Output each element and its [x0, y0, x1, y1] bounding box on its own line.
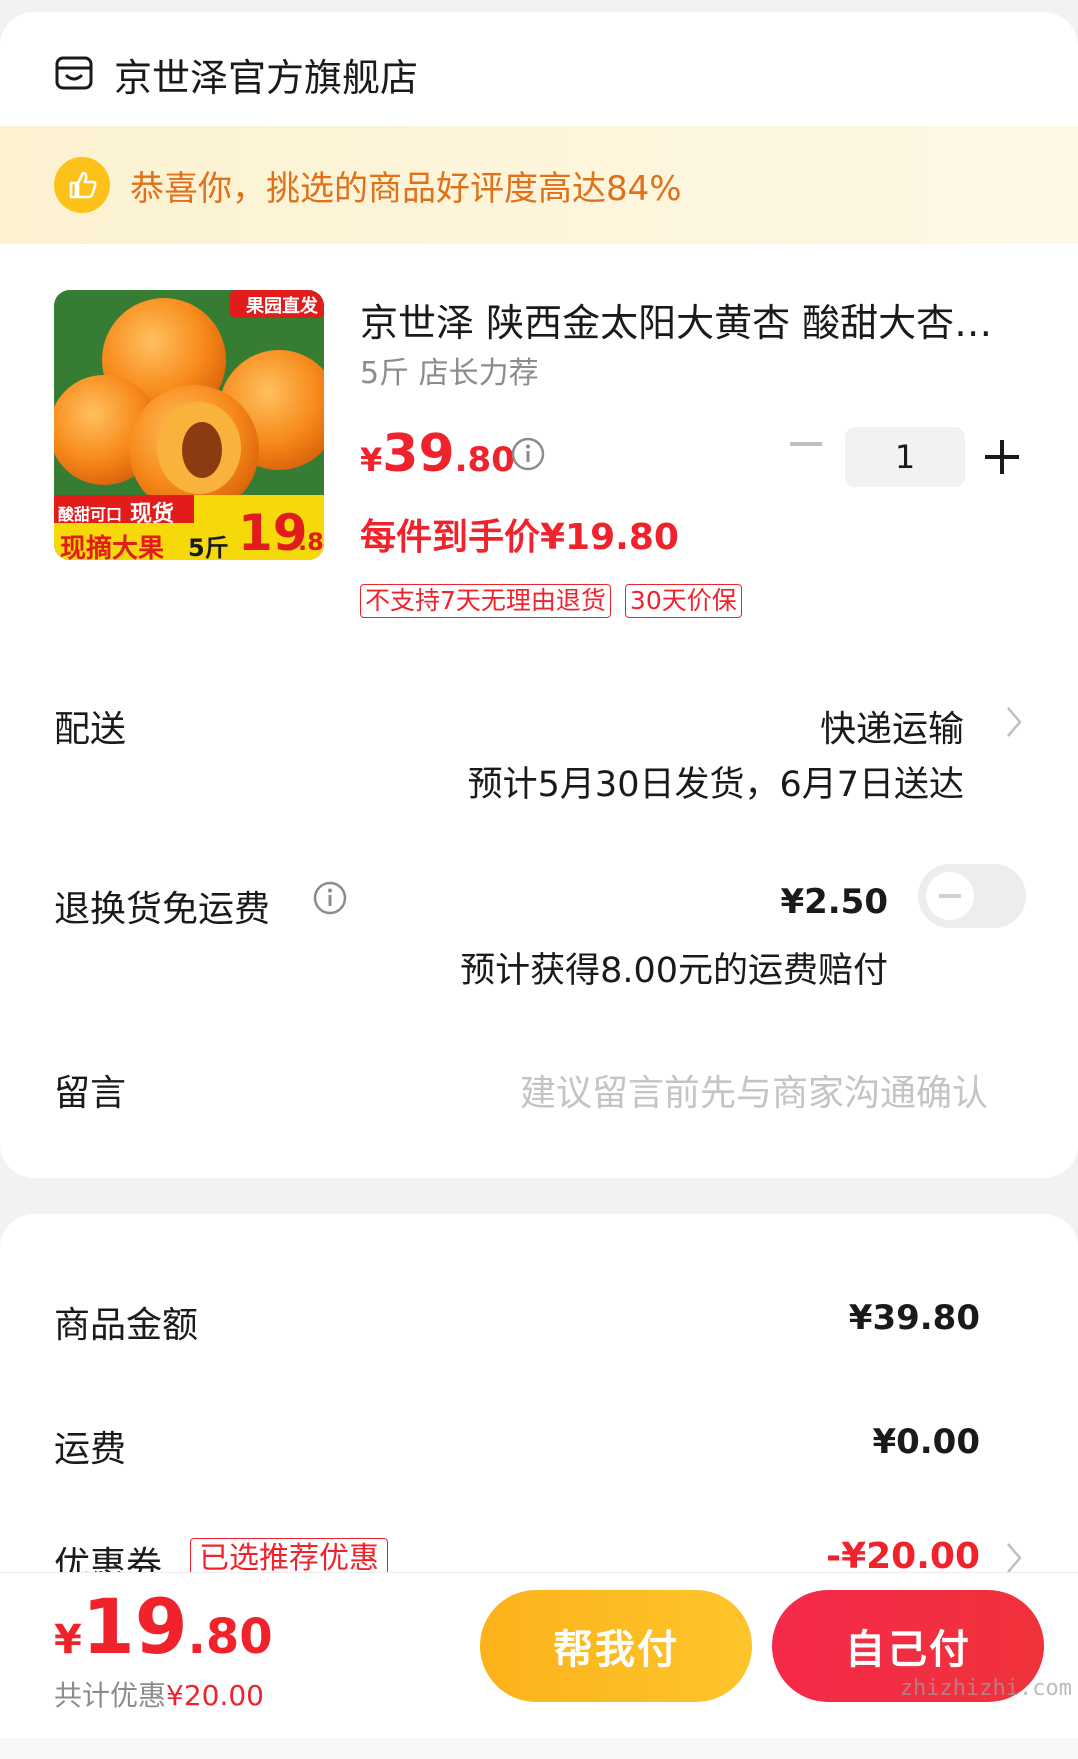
coupon-chevron-icon[interactable]	[1004, 1540, 1024, 1576]
image-price-dec: .8	[298, 528, 324, 556]
store-header[interactable]: 京世泽官方旗舰店	[54, 42, 418, 106]
return-info-icon[interactable]	[312, 880, 348, 916]
product-price: ¥ 39 .80	[360, 424, 515, 484]
total-discount: 共计优惠¥20.00	[54, 1674, 264, 1714]
return-freight-estimate: 预计获得8.00元的运费赔付	[460, 951, 888, 991]
shipping-value: ¥0.00	[872, 1422, 980, 1462]
shipping-label: 运费	[54, 1429, 127, 1470]
watermark: zhizhizhi.com	[899, 1676, 1072, 1701]
delivery-value[interactable]: 快递运输	[820, 700, 964, 752]
store-icon	[55, 56, 93, 90]
return-freight-label: 退换货免运费	[54, 889, 271, 930]
product-title[interactable]: 京世泽 陕西金太阳大黄杏 酸甜大杏子 新鲜水果	[360, 292, 1010, 347]
deal-price: 每件到手价¥19.80	[360, 517, 679, 558]
help-pay-button[interactable]: 帮我付	[480, 1590, 752, 1702]
discount-label: 共计优惠	[54, 1679, 167, 1712]
quantity-minus-button[interactable]	[790, 442, 822, 446]
return-freight-price: ¥2.50	[780, 882, 888, 922]
price-yen: ¥	[360, 441, 383, 479]
discount-value: ¥20.00	[166, 1679, 264, 1712]
toggle-knob	[926, 872, 974, 920]
image-line1: 酸甜可口	[58, 505, 123, 524]
quantity-value[interactable]: 1	[845, 427, 965, 487]
total-int: 19	[81, 1582, 188, 1671]
price-info-icon[interactable]	[510, 436, 546, 472]
image-badge: 果园直发	[246, 296, 318, 317]
quantity-plus-button[interactable]	[985, 440, 1019, 474]
product-spec[interactable]: 5斤 店长力荐	[360, 348, 539, 392]
tag-price-protect: 30天价保	[624, 584, 742, 618]
banner-text: 恭喜你，挑选的商品好评度高达84%	[130, 168, 682, 209]
product-tags: 不支持7天无理由退货 30天价保	[360, 584, 742, 618]
image-line1b: 现货	[130, 502, 175, 527]
price-dec: .80	[454, 440, 515, 480]
image-line2: 现摘大果	[60, 534, 165, 560]
rating-banner: 恭喜你，挑选的商品好评度高达84%	[0, 126, 1078, 244]
delivery-chevron-icon[interactable]	[1004, 704, 1024, 740]
store-name: 京世泽官方旗舰店	[114, 55, 419, 100]
system-nav-bar	[0, 1738, 1078, 1759]
goods-amount-value: ¥39.80	[848, 1298, 980, 1338]
price-int: 39	[382, 424, 455, 484]
total-dec: .80	[187, 1609, 273, 1665]
return-freight-toggle[interactable]	[918, 864, 1026, 928]
delivery-label: 配送	[54, 709, 127, 750]
message-input[interactable]: 建议留言前先与商家沟通确认	[520, 1064, 988, 1116]
message-label: 留言	[54, 1073, 127, 1114]
thumbs-up-icon	[54, 157, 110, 213]
coupon-value[interactable]: -¥20.00	[826, 1536, 980, 1577]
delivery-estimate: 预计5月30日发货，6月7日送达	[467, 765, 964, 805]
total-price: ¥ 19 .80	[54, 1582, 273, 1671]
product-image[interactable]: 果园直发 酸甜可口 现货 现摘大果 5斤 19 .8	[54, 290, 324, 560]
tag-no-return: 不支持7天无理由退货	[360, 584, 611, 618]
total-yen: ¥	[54, 1617, 82, 1663]
image-weight: 5斤	[188, 534, 229, 560]
goods-amount-label: 商品金额	[54, 1305, 199, 1346]
